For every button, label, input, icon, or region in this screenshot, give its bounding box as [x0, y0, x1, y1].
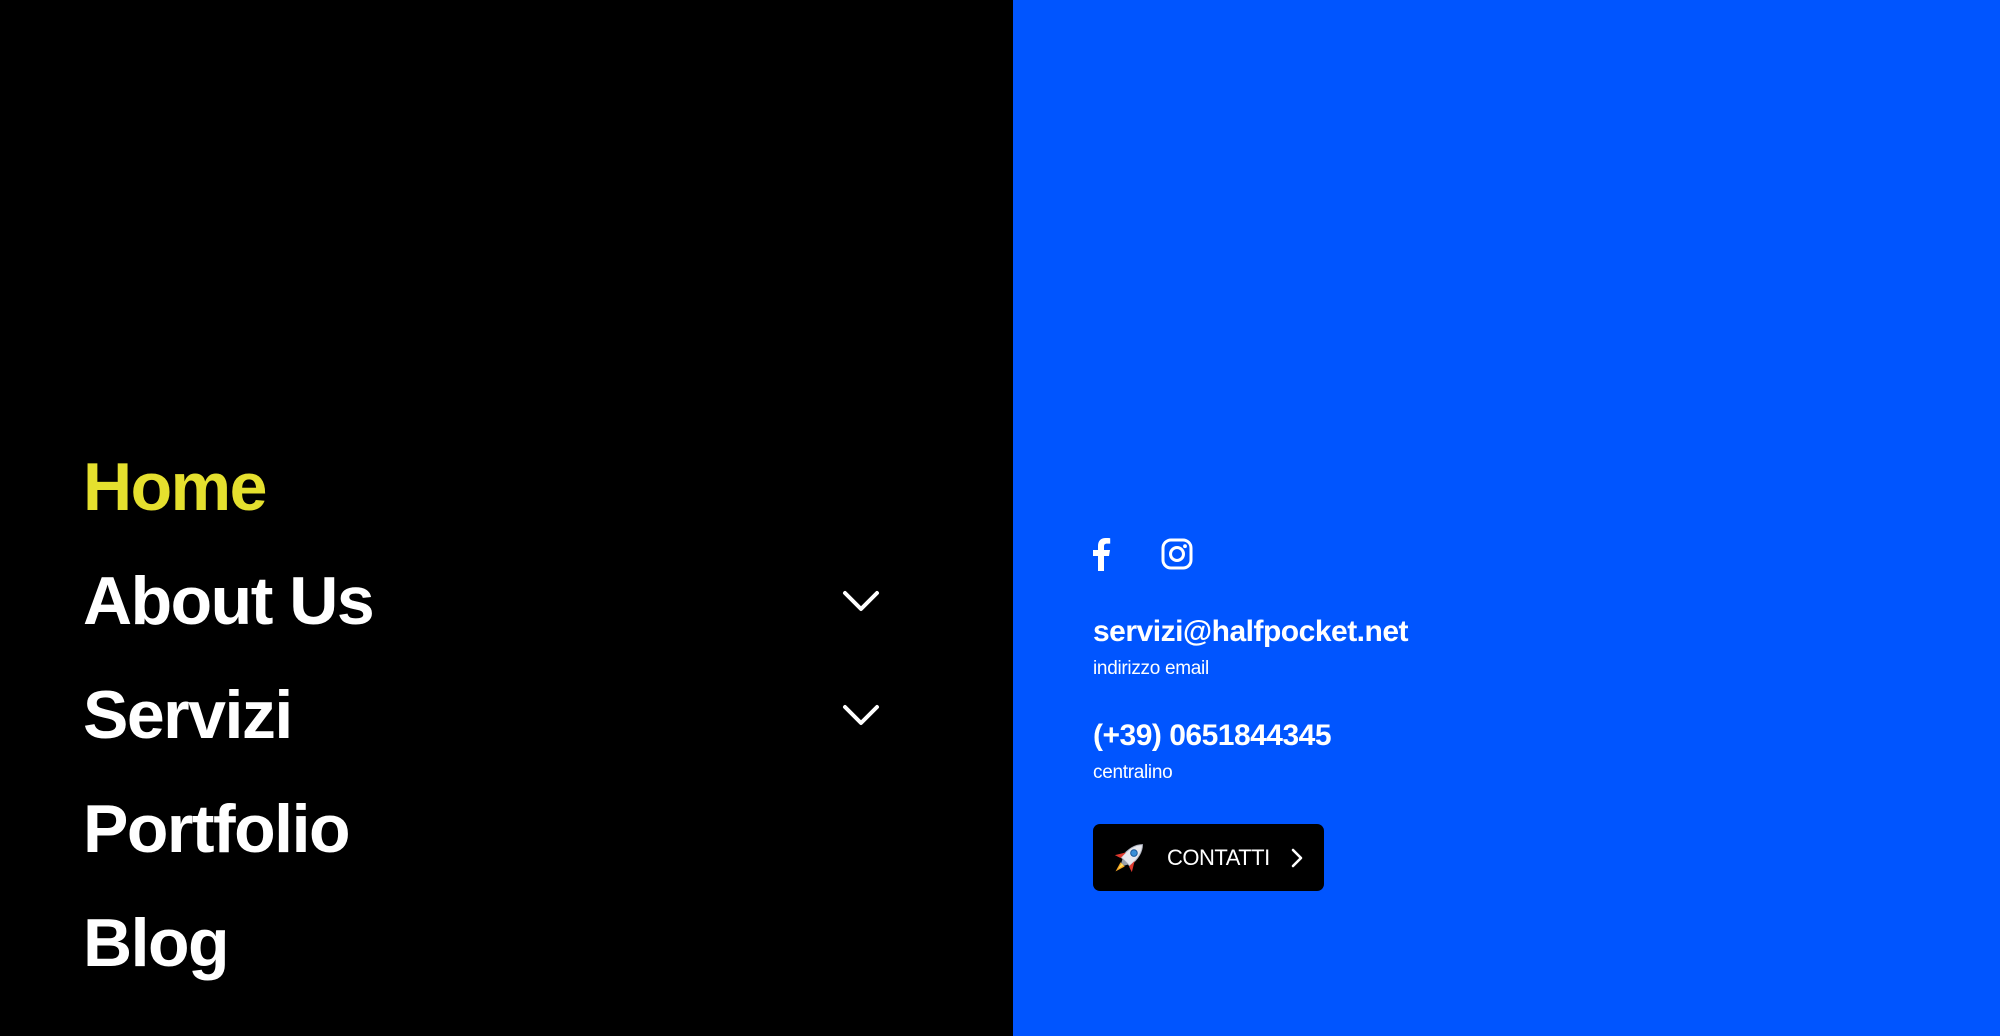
nav-item-label: Home	[83, 449, 267, 525]
email-caption: indirizzo email	[1093, 658, 1209, 679]
facebook-icon[interactable]	[1085, 536, 1117, 572]
contatti-button[interactable]: CONTATTI	[1093, 824, 1324, 891]
phone-caption: centralino	[1093, 762, 1173, 783]
social-links	[1085, 536, 1193, 572]
main-nav: Home About Us Servizi Portfolio Blog	[83, 430, 883, 1000]
nav-item-label: About Us	[83, 563, 375, 639]
email-block: servizi@halfpocket.net indirizzo email	[1093, 614, 1409, 680]
chevron-right-icon	[1290, 847, 1306, 869]
nav-item-label: Blog	[83, 905, 230, 981]
nav-item-label: Servizi	[83, 677, 293, 753]
menu-overlay: Home About Us Servizi Portfolio Blog ser…	[0, 0, 2000, 1036]
chevron-down-icon[interactable]	[839, 693, 883, 737]
nav-panel: Home About Us Servizi Portfolio Blog	[0, 0, 1013, 1036]
nav-item-servizi[interactable]: Servizi	[83, 658, 883, 772]
nav-item-about-us[interactable]: About Us	[83, 544, 883, 658]
nav-item-blog[interactable]: Blog	[83, 886, 883, 1000]
nav-item-home[interactable]: Home	[83, 430, 883, 544]
contatti-button-label: CONTATTI	[1167, 844, 1270, 870]
nav-item-label: Portfolio	[83, 791, 351, 867]
rocket-icon	[1107, 836, 1151, 880]
phone-link[interactable]: (+39) 0651844345	[1093, 718, 1332, 754]
phone-block: (+39) 0651844345 centralino	[1093, 718, 1332, 784]
chevron-down-icon[interactable]	[839, 579, 883, 623]
email-link[interactable]: servizi@halfpocket.net	[1093, 614, 1409, 650]
nav-item-portfolio[interactable]: Portfolio	[83, 772, 883, 886]
instagram-icon[interactable]	[1161, 536, 1193, 572]
